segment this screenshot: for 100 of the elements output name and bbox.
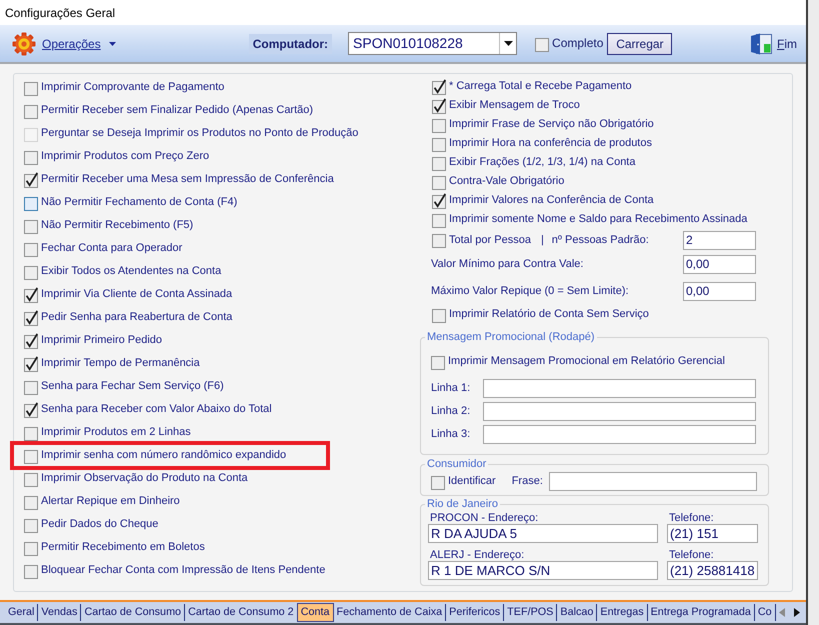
checkbox-label[interactable]: Pedir Dados do Cheque bbox=[41, 518, 158, 531]
checkbox-label[interactable]: Imprimir Hora na conferência de produtos bbox=[449, 137, 652, 150]
checkbox[interactable] bbox=[24, 150, 38, 164]
address-field[interactable]: R DA AJUDA 5 bbox=[428, 524, 658, 543]
checkbox[interactable] bbox=[24, 220, 38, 234]
checkbox-label[interactable]: Bloquear Fechar Conta com Impressão de Itens Pendente bbox=[41, 564, 326, 577]
checkbox[interactable] bbox=[24, 496, 38, 510]
load-button[interactable]: Carregar bbox=[607, 32, 672, 54]
checkbox-label[interactable]: Imprimir somente Nome e Saldo para Recebimento Assinada bbox=[449, 213, 748, 226]
tab[interactable]: Entregas bbox=[597, 604, 648, 621]
checkbox-label[interactable]: Exibir Mensagem de Troco bbox=[449, 99, 580, 112]
checkbox[interactable] bbox=[431, 476, 445, 490]
number-field[interactable]: 2 bbox=[683, 230, 756, 250]
phone-field[interactable]: (21) 25881418 bbox=[667, 561, 758, 580]
checkbox[interactable] bbox=[24, 310, 38, 326]
tab[interactable]: Co bbox=[754, 604, 776, 621]
checkbox[interactable] bbox=[24, 286, 38, 302]
checkbox[interactable] bbox=[432, 192, 446, 208]
address-field[interactable]: R 1 DE MARCO S/N bbox=[428, 561, 658, 580]
checkbox[interactable] bbox=[432, 78, 446, 94]
checkbox-label[interactable]: Imprimir Comprovante de Pagamento bbox=[41, 81, 224, 94]
checkbox-label[interactable]: Imprimir Observação do Produto na Conta bbox=[41, 472, 248, 485]
computer-dropdown[interactable]: SPON010108228 bbox=[348, 32, 518, 55]
tab[interactable]: TEF/POS bbox=[504, 604, 558, 621]
tab[interactable]: Balcao bbox=[557, 604, 598, 621]
checkbox[interactable] bbox=[432, 308, 446, 322]
checkbox[interactable] bbox=[24, 518, 38, 532]
text-field[interactable] bbox=[483, 425, 756, 444]
checkbox-label[interactable]: Permitir Recebimento em Boletos bbox=[41, 541, 205, 554]
checkbox-label[interactable]: Imprimir senha com número randômico expandido bbox=[41, 449, 286, 462]
checkbox[interactable] bbox=[432, 98, 446, 114]
checkbox-label[interactable]: Identificar bbox=[448, 475, 496, 488]
checkbox-label[interactable]: Total por Pessoa bbox=[449, 234, 531, 246]
checkbox[interactable] bbox=[431, 356, 445, 370]
checkbox[interactable] bbox=[24, 332, 38, 348]
checkbox[interactable] bbox=[432, 138, 446, 152]
field-label: nº Pessoas Padrão: bbox=[552, 234, 649, 246]
checkbox[interactable] bbox=[24, 472, 38, 486]
checkbox[interactable] bbox=[24, 172, 38, 188]
checkbox-label[interactable]: Imprimir Mensagem Promocional em Relatório Gerencial bbox=[448, 355, 725, 368]
tab[interactable]: Vendas bbox=[38, 604, 82, 621]
tab[interactable]: Fechamento de Caixa bbox=[334, 604, 446, 621]
checkbox[interactable] bbox=[432, 214, 446, 228]
checkbox-label[interactable]: Contra-Vale Obrigatório bbox=[449, 175, 564, 188]
checkbox-label[interactable]: Imprimir Relatório de Conta Sem Serviço bbox=[449, 308, 649, 321]
checkbox[interactable] bbox=[24, 380, 38, 394]
tab[interactable]: Entrega Programada bbox=[648, 604, 755, 621]
text-field[interactable] bbox=[483, 379, 756, 398]
tab[interactable]: Perifericos bbox=[446, 604, 504, 621]
number-field[interactable]: 0,00 bbox=[683, 255, 756, 274]
checkbox-label[interactable]: Não Permitir Fechamento de Conta (F4) bbox=[41, 196, 238, 209]
checkbox-label[interactable]: Pedir Senha para Reabertura de Conta bbox=[41, 311, 232, 324]
phone-field[interactable]: (21) 151 bbox=[667, 524, 758, 543]
checkbox-label[interactable]: Completo bbox=[552, 37, 604, 50]
checkbox-label[interactable]: Imprimir Frase de Serviço não Obrigatório bbox=[449, 118, 654, 131]
checkbox-label[interactable]: Imprimir Produtos com Preço Zero bbox=[41, 150, 210, 163]
checkbox-label[interactable]: Permitir Receber sem Finalizar Pedido (Apenas Cartão) bbox=[41, 104, 314, 117]
checkbox[interactable] bbox=[24, 450, 38, 464]
checkbox[interactable] bbox=[24, 426, 38, 440]
checkbox-label[interactable]: Imprimir Valores na Conferência de Conta bbox=[449, 194, 654, 207]
checkbox[interactable] bbox=[432, 118, 446, 132]
tab[interactable]: Conta bbox=[296, 603, 334, 622]
checkbox-label[interactable]: Imprimir Produtos em 2 Linhas bbox=[41, 426, 191, 439]
operations-menu[interactable]: Operações bbox=[12, 32, 116, 56]
left-arrow-icon[interactable] bbox=[779, 608, 785, 617]
checkbox[interactable] bbox=[24, 104, 38, 118]
field-label: ALERJ - Endereço: bbox=[429, 549, 526, 561]
checkbox-label[interactable]: Imprimir Primeiro Pedido bbox=[41, 334, 162, 347]
checkbox[interactable] bbox=[24, 356, 38, 372]
text-field[interactable] bbox=[483, 402, 756, 421]
checkbox-label[interactable]: Exibir Frações (1/2, 1/3, 1/4) na Conta bbox=[449, 156, 636, 169]
number-field[interactable]: 0,00 bbox=[683, 282, 756, 301]
checkbox[interactable] bbox=[24, 564, 38, 578]
tab[interactable]: Cartao de Consumo bbox=[81, 604, 186, 621]
checkbox[interactable] bbox=[535, 38, 550, 52]
checkbox-label[interactable]: Senha para Receber com Valor Abaixo do Total bbox=[41, 403, 272, 416]
checkbox[interactable] bbox=[24, 402, 38, 418]
tab[interactable]: Geral bbox=[5, 604, 38, 621]
checkbox-label[interactable]: Não Permitir Recebimento (F5) bbox=[41, 219, 194, 232]
checkbox[interactable] bbox=[24, 542, 38, 556]
checkbox-label[interactable]: Permitir Receber uma Mesa sem Impressão de Conferência bbox=[41, 173, 334, 186]
gear-icon bbox=[12, 32, 36, 56]
checkbox-label[interactable]: Senha para Fechar Sem Serviço (F6) bbox=[41, 380, 224, 393]
checkbox[interactable] bbox=[432, 176, 446, 190]
checkbox-label[interactable]: Alertar Repique em Dinheiro bbox=[41, 495, 180, 508]
text-field[interactable] bbox=[548, 472, 757, 491]
right-arrow-icon[interactable] bbox=[794, 608, 800, 617]
checkbox[interactable] bbox=[24, 82, 38, 96]
checkbox[interactable] bbox=[24, 266, 38, 280]
checkbox[interactable] bbox=[24, 242, 38, 256]
checkbox-label[interactable]: * Carrega Total e Recebe Pagamento bbox=[449, 80, 632, 93]
checkbox-label[interactable]: Imprimir Tempo de Permanência bbox=[41, 357, 200, 370]
checkbox-label[interactable]: Exibir Todos os Atendentes na Conta bbox=[41, 265, 222, 278]
checkbox-label[interactable]: Fechar Conta para Operador bbox=[41, 242, 182, 255]
field-label: Telefone: bbox=[668, 512, 715, 524]
checkbox-label[interactable]: Imprimir Via Cliente de Conta Assinada bbox=[41, 288, 232, 301]
exit-button[interactable]: Fim bbox=[750, 32, 797, 54]
checkbox[interactable] bbox=[432, 234, 446, 248]
checkbox[interactable] bbox=[432, 156, 446, 170]
checkbox[interactable] bbox=[24, 196, 38, 210]
